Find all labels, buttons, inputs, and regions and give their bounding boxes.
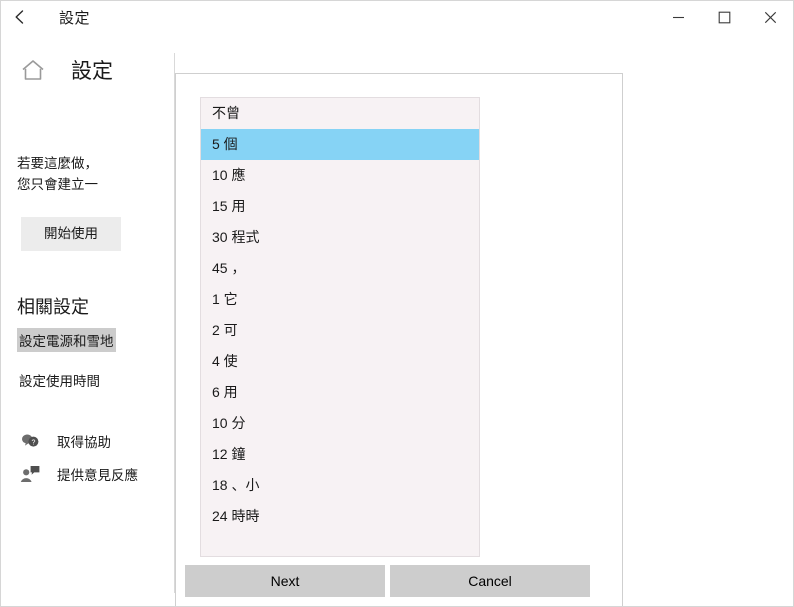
list-item[interactable]: 2 可 (201, 315, 479, 346)
get-started-button[interactable]: 開始使用 (21, 217, 121, 251)
give-feedback-row[interactable]: 提供意見反應 (19, 464, 138, 484)
list-item[interactable]: 1 它 (201, 284, 479, 315)
get-help-row[interactable]: ? 取得協助 (19, 431, 111, 451)
list-item[interactable]: 10 分 (201, 408, 479, 439)
list-item[interactable]: 15 用 (201, 191, 479, 222)
close-icon[interactable] (747, 1, 793, 33)
next-button[interactable]: Next (185, 565, 385, 597)
get-help-label: 取得協助 (57, 435, 111, 450)
sidebar: 設定 若要這麼做， 您只會建立一 開始使用 相關設定 設定電源和雪地 設定使用時間… (1, 33, 174, 606)
duration-listbox[interactable]: 不曾 5 個 10 應 15 用 30 程式 45 ， 1 它2 可4 使6 用 10 分 12… (200, 97, 480, 557)
give-feedback-label: 提供意見反應 (57, 468, 138, 483)
window-title: 設定 (59, 9, 91, 27)
sidebar-home-row[interactable]: 設定 (19, 55, 113, 85)
related-settings-heading: 相關設定 (17, 297, 89, 317)
help-bubble-icon: ? (19, 431, 41, 451)
minimize-icon[interactable] (655, 1, 701, 33)
list-item[interactable]: 4 使 (201, 346, 479, 377)
title-bar: 設定 (1, 1, 793, 33)
maximize-icon[interactable] (701, 1, 747, 33)
list-item[interactable]: 6 用 (201, 377, 479, 408)
feedback-person-icon (19, 464, 41, 484)
list-item[interactable]: 30 程式 (201, 222, 479, 253)
list-item[interactable]: 18 、小 (201, 470, 479, 501)
caption-buttons (655, 1, 793, 33)
list-item[interactable]: 45 ， (201, 253, 479, 284)
sidebar-description: 若要這麼做， 您只會建立一 (17, 156, 98, 192)
sidebar-home-label: 設定 (71, 60, 113, 83)
list-item[interactable]: 5 個 (201, 129, 479, 160)
cancel-button[interactable]: Cancel (390, 565, 590, 597)
home-icon (19, 56, 47, 84)
dialog-button-row: Next Cancel (185, 565, 615, 597)
list-item[interactable]: 不曾 (201, 98, 479, 129)
back-arrow-icon[interactable] (1, 1, 45, 33)
related-link-screen-time[interactable]: 設定使用時間 (17, 368, 102, 392)
list-item[interactable]: 12 鐘 (201, 439, 479, 470)
related-link-power[interactable]: 設定電源和雪地 (17, 328, 116, 352)
list-item[interactable]: 24 時時 (201, 501, 479, 532)
settings-page: 設定 若要這麼做， 您只會建立一 開始使用 相關設定 設定電源和雪地 設定使用時間… (1, 33, 793, 606)
list-item[interactable]: 10 應 (201, 160, 479, 191)
settings-window: 設定 設定 若要這麼做， 您只會建立一 開始使用 相關設定 設定電源和雪地 設定… (0, 0, 794, 607)
modal-dialog: 不曾 5 個 10 應 15 用 30 程式 45 ， 1 它2 可4 使6 用 10 分 12… (175, 73, 623, 606)
svg-text:?: ? (31, 440, 35, 447)
